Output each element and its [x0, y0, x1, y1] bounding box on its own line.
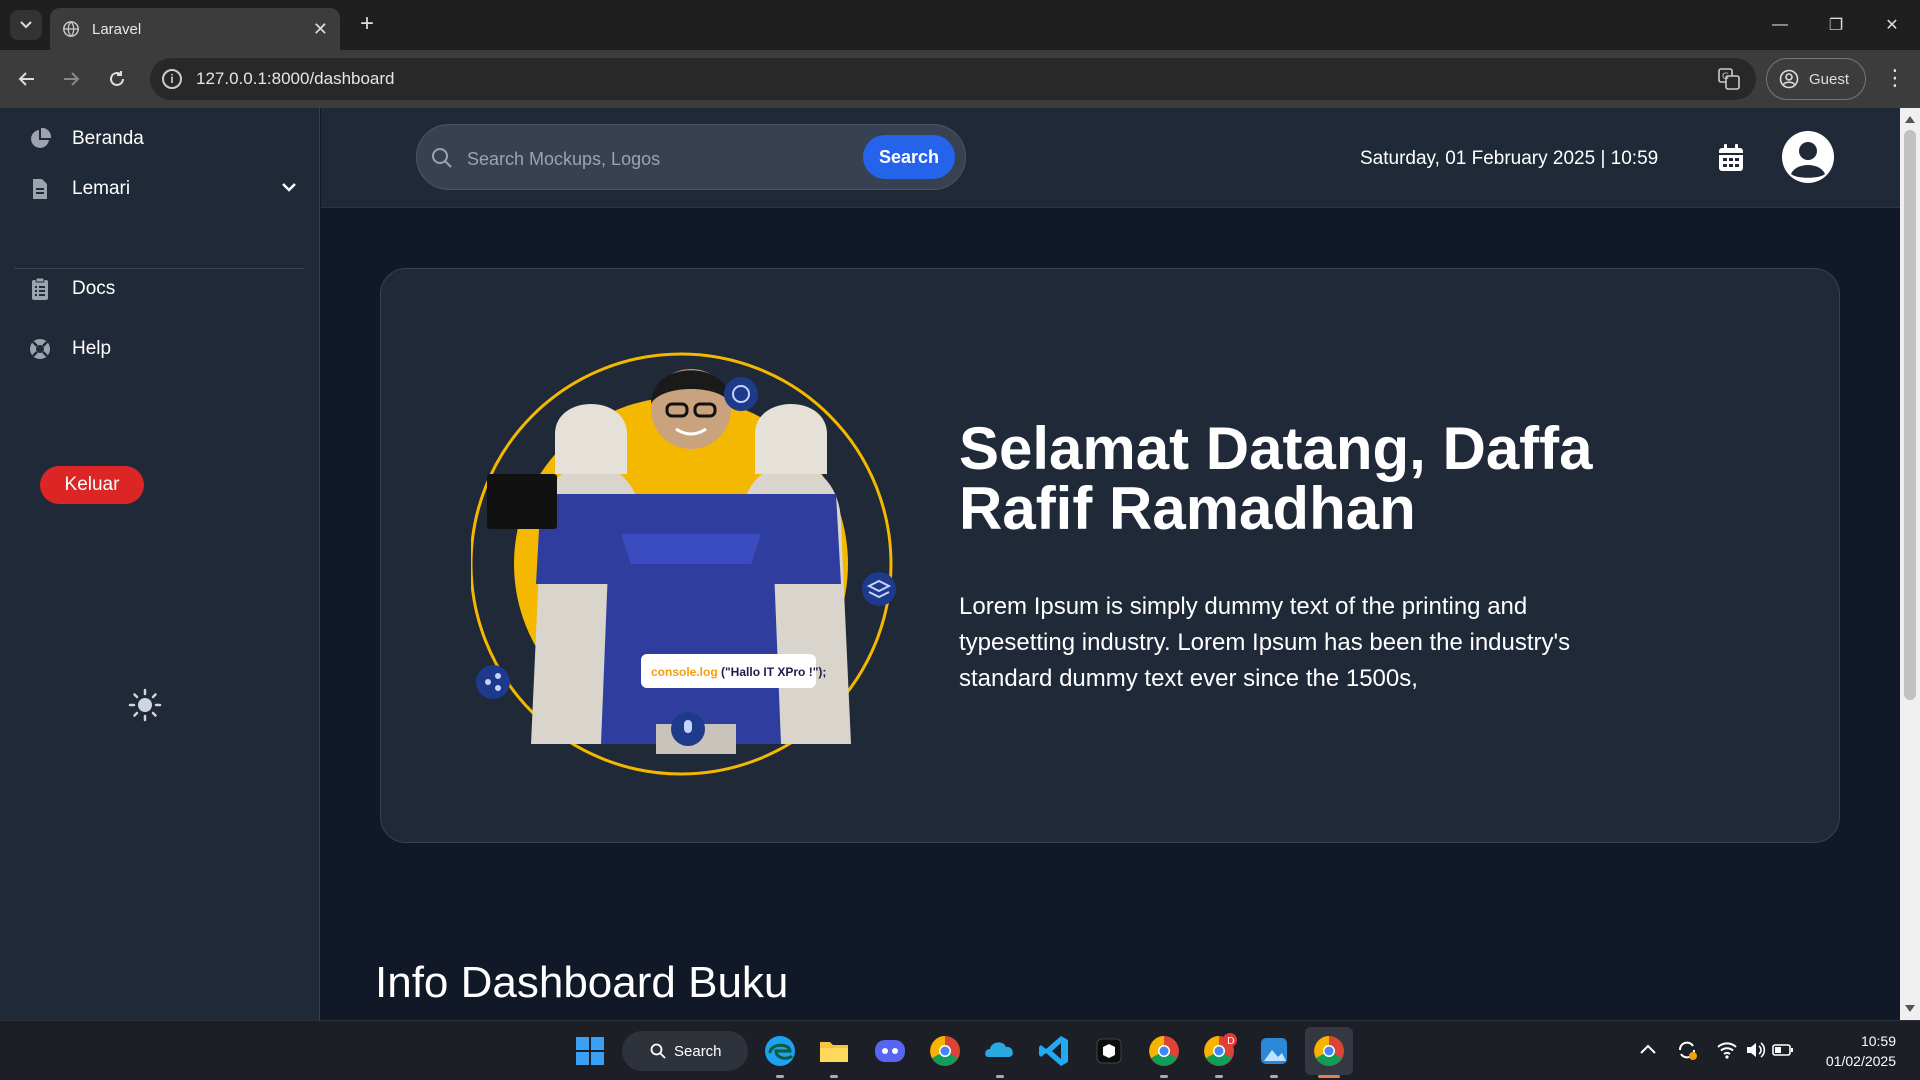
battery-icon[interactable] — [1772, 1039, 1794, 1061]
taskbar-search-button[interactable]: Search — [622, 1031, 748, 1071]
search-input[interactable]: Search Mockups, Logos Search — [416, 124, 966, 190]
browser-tabbar: Laravel ✕ + — ❐ ✕ — [0, 0, 1920, 50]
new-tab-button[interactable]: + — [352, 10, 382, 40]
top-header: Search Mockups, Logos Search Saturday, 0… — [321, 108, 1900, 208]
edge-icon[interactable] — [762, 1033, 798, 1069]
profile-label: Guest — [1809, 70, 1850, 88]
browser-toolbar: i 127.0.0.1:8000/dashboard G Guest ⋮ — [0, 50, 1920, 108]
sidebar-item-help[interactable]: Help — [28, 334, 298, 364]
app-icon-box[interactable] — [1091, 1033, 1127, 1069]
arrow-left-icon — [18, 72, 34, 86]
running-indicator — [1160, 1075, 1168, 1078]
sidebar-item-label: Lemari — [72, 178, 131, 199]
running-indicator — [996, 1075, 1004, 1078]
photos-icon[interactable] — [1256, 1033, 1292, 1069]
browser-tab[interactable]: Laravel ✕ — [50, 8, 340, 50]
translate-icon[interactable]: G — [1718, 68, 1740, 90]
app-icon-cloud[interactable] — [982, 1033, 1018, 1069]
chevron-down-icon[interactable] — [280, 178, 298, 196]
restore-button[interactable]: ❐ — [1808, 0, 1864, 50]
scroll-up-arrow[interactable] — [1905, 116, 1915, 123]
discord-icon[interactable] — [872, 1033, 908, 1069]
welcome-card: console.log ("Hallo IT XPro !"); Selamat… — [380, 268, 1840, 843]
wifi-icon[interactable] — [1716, 1039, 1738, 1061]
scroll-thumb[interactable] — [1904, 130, 1916, 700]
search-button[interactable]: Search — [863, 135, 955, 179]
windows-start-icon[interactable] — [572, 1033, 608, 1069]
calendar-icon[interactable] — [1718, 144, 1744, 172]
chevron-down-icon — [20, 21, 32, 29]
arrow-right-icon — [64, 72, 80, 86]
chrome-profile-icon[interactable] — [1146, 1033, 1182, 1069]
reload-icon — [110, 71, 124, 86]
clock-date: 01/02/2025 — [1825, 1053, 1896, 1069]
clipboard-list-icon — [32, 277, 48, 300]
tab-close-icon[interactable]: ✕ — [313, 19, 328, 40]
clock-time: 10:59 — [1860, 1033, 1896, 1049]
running-indicator — [1215, 1075, 1223, 1078]
running-indicator — [830, 1075, 838, 1078]
welcome-text: Lorem Ipsum is simply dummy text of the … — [959, 593, 1571, 692]
forward-button[interactable] — [56, 64, 86, 94]
life-ring-icon — [30, 339, 50, 359]
url-text: 127.0.0.1:8000/dashboard — [196, 69, 395, 88]
globe-icon — [63, 21, 79, 37]
hero-illustration: console.log ("Hallo IT XPro !"); — [471, 352, 896, 776]
sidebar: Beranda Lemari Docs Help Keluar — [0, 108, 320, 1020]
browser-menu-icon[interactable]: ⋮ — [1880, 64, 1910, 94]
user-avatar-icon[interactable] — [1782, 131, 1834, 183]
sidebar-divider — [14, 268, 304, 269]
search-icon — [432, 148, 452, 168]
running-indicator — [1270, 1075, 1278, 1078]
search-placeholder: Search Mockups, Logos — [467, 149, 661, 169]
chrome-active-icon[interactable] — [1311, 1033, 1347, 1069]
tab-title: Laravel — [92, 20, 142, 38]
profile-icon — [1779, 69, 1799, 89]
system-clock[interactable]: 10:59 01/02/2025 — [1826, 1031, 1896, 1071]
running-indicator — [776, 1075, 784, 1078]
pie-chart-icon — [31, 127, 52, 148]
search-icon — [650, 1043, 666, 1059]
sun-icon[interactable] — [128, 688, 162, 722]
welcome-title: Selamat Datang, Daffa Rafif Ramadhan — [959, 415, 1593, 542]
logout-button[interactable]: Keluar — [40, 466, 144, 504]
taskbar-badge: D — [1227, 1036, 1235, 1047]
vscode-icon[interactable] — [1036, 1033, 1072, 1069]
reload-button[interactable] — [102, 64, 132, 94]
svg-text:G: G — [1722, 72, 1729, 82]
chrome-profile-d-icon[interactable]: D — [1201, 1033, 1237, 1069]
sync-icon[interactable] — [1676, 1039, 1698, 1061]
chevron-up-icon[interactable] — [1637, 1039, 1659, 1061]
page-viewport: Beranda Lemari Docs Help Keluar Search M… — [0, 108, 1900, 1020]
current-datetime: Saturday, 01 February 2025 | 10:59 — [1360, 148, 1659, 169]
section-title: Info Dashboard Buku — [375, 958, 789, 1007]
page-scrollbar[interactable] — [1900, 108, 1920, 1020]
code-label-arg: ("Hallo IT XPro !"); — [721, 665, 826, 679]
sidebar-item-label: Docs — [72, 278, 116, 299]
volume-icon[interactable] — [1744, 1039, 1766, 1061]
sidebar-item-docs[interactable]: Docs — [28, 274, 298, 304]
windows-taskbar: Search D 10:59 01/02/2025 — [0, 1020, 1920, 1080]
sidebar-item-lemari[interactable]: Lemari — [28, 174, 298, 204]
site-info-icon[interactable]: i — [162, 69, 182, 89]
tab-search-button[interactable] — [10, 10, 42, 40]
chrome-icon[interactable] — [927, 1033, 963, 1069]
minimize-button[interactable]: — — [1752, 0, 1808, 50]
active-indicator — [1318, 1075, 1340, 1078]
sidebar-item-label: Beranda — [72, 128, 144, 149]
file-explorer-icon[interactable] — [816, 1033, 852, 1069]
sidebar-item-label: Help — [72, 338, 112, 359]
code-label-function: console.log — [651, 665, 718, 679]
back-button[interactable] — [12, 64, 42, 94]
sidebar-item-beranda[interactable]: Beranda — [28, 124, 298, 154]
scroll-down-arrow[interactable] — [1905, 1005, 1915, 1012]
profile-button[interactable]: Guest — [1766, 58, 1866, 100]
close-window-button[interactable]: ✕ — [1864, 0, 1920, 50]
address-bar[interactable]: i 127.0.0.1:8000/dashboard G — [150, 58, 1756, 100]
taskbar-search-label: Search — [674, 1042, 722, 1060]
document-icon — [33, 179, 47, 199]
